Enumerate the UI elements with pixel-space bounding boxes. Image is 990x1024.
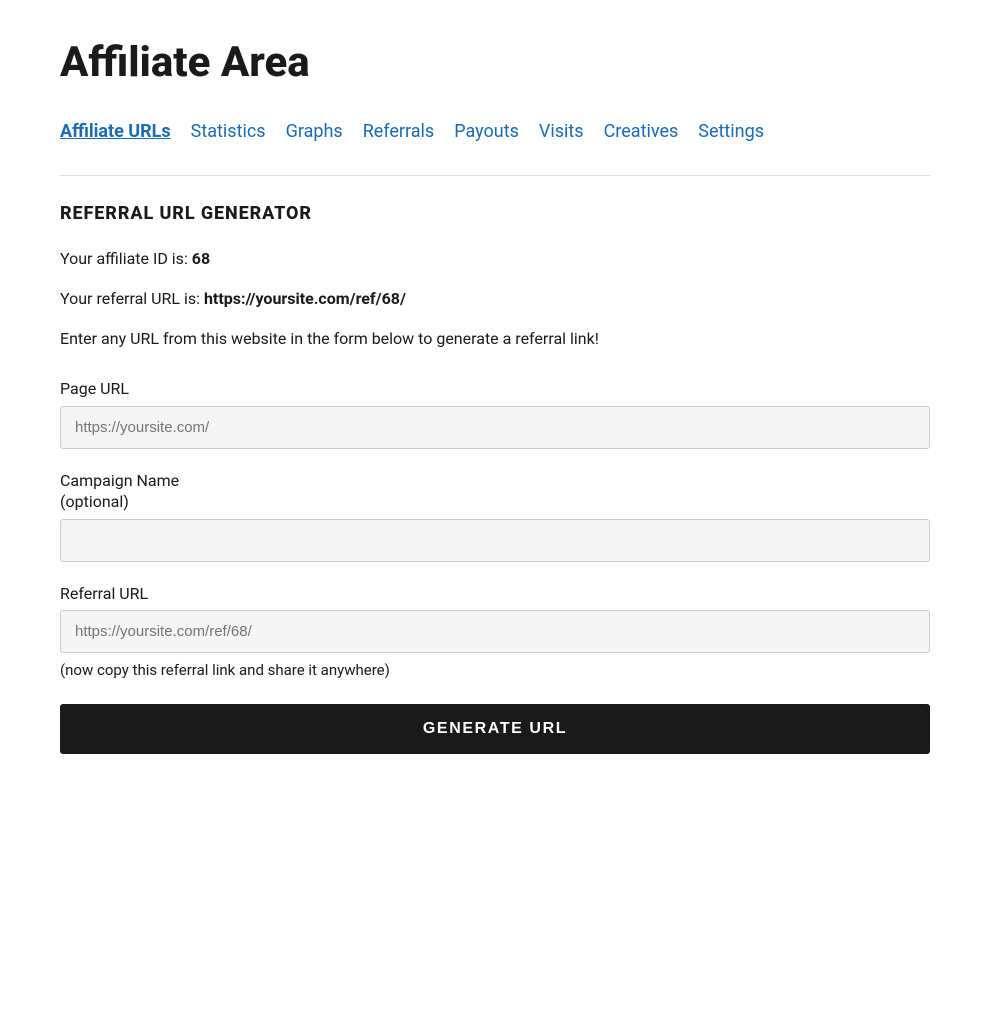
affiliate-id-label: Your affiliate ID is:	[60, 249, 192, 268]
affiliate-id-value: 68	[192, 249, 210, 268]
nav-tab-statistics[interactable]: Statistics	[191, 118, 266, 147]
nav-divider	[60, 175, 930, 176]
nav-tab-graphs[interactable]: Graphs	[286, 118, 343, 147]
referral-url-input[interactable]	[60, 610, 930, 653]
page-container: Affiliate Area Affiliate URLs Statistics G…	[0, 0, 990, 814]
nav-tab-affiliate-urls[interactable]: Affiliate URLs	[60, 118, 171, 147]
referral-url-field-label: Referral URL	[60, 584, 930, 605]
referral-url-text: Your referral URL is: https://yoursite.c…	[60, 287, 930, 311]
campaign-name-input[interactable]	[60, 519, 930, 562]
nav-tab-payouts[interactable]: Payouts	[454, 118, 519, 147]
page-url-group: Page URL	[60, 379, 930, 449]
referral-url-value: https://yoursite.com/ref/68/	[204, 289, 406, 308]
campaign-name-label: Campaign Name(optional)	[60, 471, 930, 513]
campaign-name-group: Campaign Name(optional)	[60, 471, 930, 562]
page-url-input[interactable]	[60, 406, 930, 449]
page-title: Affiliate Area	[60, 40, 930, 86]
nav-tabs: Affiliate URLs Statistics Graphs Referrals P…	[60, 118, 930, 147]
referral-url-group: Referral URL (now copy this referral lin…	[60, 584, 930, 682]
nav-tab-referrals[interactable]: Referrals	[363, 118, 435, 147]
nav-tab-visits[interactable]: Visits	[539, 118, 584, 147]
nav-tab-settings[interactable]: Settings	[698, 118, 764, 147]
section-title: REFERRAL URL GENERATOR	[60, 200, 930, 227]
description-text: Enter any URL from this website in the f…	[60, 327, 930, 351]
referral-url-label: Your referral URL is:	[60, 289, 204, 308]
generate-url-button[interactable]: GENERATE URL	[60, 704, 930, 754]
affiliate-id-text: Your affiliate ID is: 68	[60, 247, 930, 271]
page-url-label: Page URL	[60, 379, 930, 400]
referral-url-hint: (now copy this referral link and share i…	[60, 659, 930, 682]
nav-tab-creatives[interactable]: Creatives	[604, 118, 679, 147]
